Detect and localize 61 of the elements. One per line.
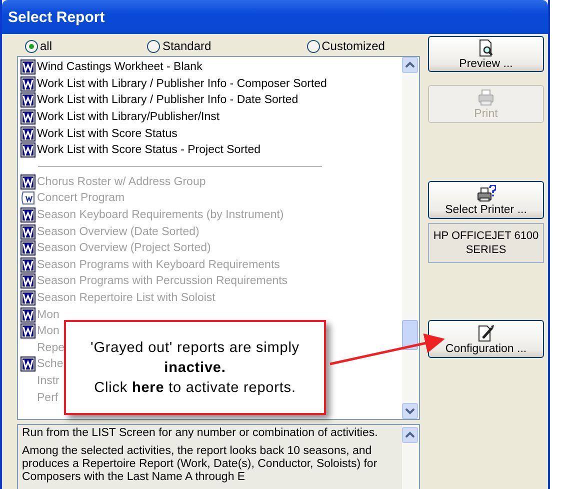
preview-icon — [476, 38, 496, 56]
document-icon — [20, 142, 36, 158]
report-button[interactable]: Preview ... — [428, 36, 544, 72]
report-item[interactable]: Season Programs with Keyboard Requirements — [37, 258, 280, 271]
description-text: Run from the LIST Screen for any number or combination of activities. — [22, 427, 379, 440]
document-icon — [20, 356, 36, 372]
callout-text: 'Grayed out' reports are simply inactive. — [90, 338, 300, 378]
document-icon — [20, 224, 36, 240]
radio-label[interactable]: Customized — [322, 39, 385, 53]
report-item[interactable]: Concert Program — [37, 192, 125, 204]
scroll-down-icon[interactable] — [402, 403, 418, 419]
document-icon — [20, 273, 36, 290]
report-item[interactable]: Wind Castings Workheet - Blank — [37, 61, 202, 74]
report-item[interactable]: Work List with Library / Publisher Info - Date Sorted — [37, 94, 298, 106]
report-item[interactable]: Mon — [37, 308, 60, 321]
report-button[interactable]: Select Printer ... — [428, 181, 544, 219]
radio-button[interactable] — [25, 40, 38, 52]
radio-button[interactable] — [147, 40, 160, 52]
printer-name: HP OFFICEJET 6100 SERIES — [428, 223, 544, 263]
document-wrench-icon — [476, 324, 496, 342]
report-item[interactable]: Work List with Score Status — [37, 128, 178, 140]
callout-text: Click here to activate reports. — [93, 378, 297, 398]
document-icon — [20, 306, 36, 323]
report-item[interactable]: Mon — [37, 325, 60, 338]
document-icon — [20, 323, 36, 340]
document-icon — [20, 174, 36, 190]
document-icon — [20, 109, 36, 126]
report-item[interactable]: Perf — [37, 392, 58, 404]
document-icon — [20, 76, 36, 92]
report-item[interactable]: Work List with Score Status - Project Sorted — [37, 144, 260, 156]
report-item[interactable]: Instr — [37, 374, 60, 387]
document-icon — [20, 290, 36, 306]
printer-question-icon — [476, 184, 496, 202]
window-title: Select Report — [2, 0, 548, 34]
document-icon — [20, 126, 36, 142]
scroll-up-icon[interactable] — [402, 57, 418, 73]
report-item[interactable]: Work List with Library / Publisher Info - Composer Sorted — [37, 78, 327, 90]
radio-label[interactable]: Standard — [162, 39, 212, 53]
scroll-document-icon — [20, 190, 36, 206]
report-item[interactable]: Season Programs with Percussion Requirements — [37, 275, 288, 288]
radio-label[interactable]: all — [40, 39, 52, 53]
document-icon — [20, 207, 36, 224]
document-icon — [20, 240, 36, 256]
report-item[interactable]: Sche — [37, 358, 64, 370]
report-item[interactable]: Season Overview (Project Sorted) — [37, 242, 211, 254]
scroll-up-icon[interactable] — [402, 427, 418, 443]
scroll-thumb[interactable] — [402, 320, 418, 350]
description-text: Among the selected activities, the report looks back 10 seasons, and produces a Repertoire Report (Work, Date(s), Conductor, Soloists) for Composers with the Last Name A through E — [22, 445, 378, 484]
printer-icon — [476, 88, 496, 106]
scrollbar[interactable] — [402, 57, 419, 419]
document-icon — [20, 59, 36, 76]
report-item[interactable]: Season Repertoire List with Soloist — [37, 292, 216, 304]
document-icon — [20, 256, 36, 273]
report-item[interactable]: Chorus Roster w/ Address Group — [37, 176, 206, 188]
report-item[interactable]: Repe — [37, 342, 64, 354]
report-item[interactable]: Season Keyboard Requirements (by Instrument) — [37, 209, 284, 222]
report-button[interactable]: Configuration ... — [428, 320, 544, 358]
radio-button[interactable] — [306, 40, 320, 52]
report-item[interactable]: Work List with Library/Publisher/Inst — [37, 111, 220, 124]
report-item[interactable]: Season Overview (Date Sorted) — [37, 226, 200, 238]
document-icon — [20, 92, 36, 108]
